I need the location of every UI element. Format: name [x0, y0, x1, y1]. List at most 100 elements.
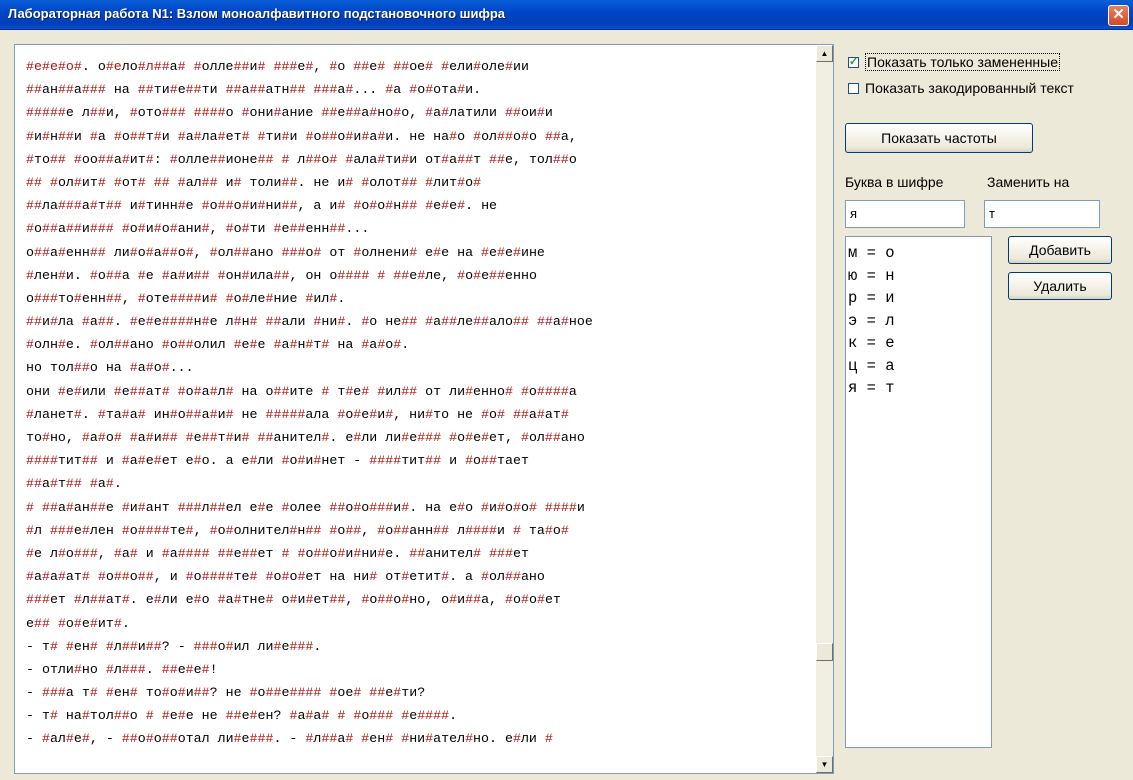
decoded-chars: нет - [321, 453, 370, 469]
unknown-chars: ## [105, 267, 122, 283]
substitutions-list[interactable]: м = ою = нр = иэ = лк = ец = ая = т [845, 236, 992, 748]
decoded-chars: л [201, 499, 210, 515]
unknown-chars: ## [209, 499, 226, 515]
unknown-chars: #л## [137, 59, 170, 74]
unknown-chars: # [201, 198, 210, 214]
decoded-chars: ет [49, 592, 74, 608]
unknown-chars: # [177, 59, 186, 74]
unknown-chars: ## [393, 522, 410, 538]
decoded-chars: о [209, 198, 218, 214]
unknown-chars: # [521, 592, 529, 608]
decoded-chars: е. [65, 337, 90, 353]
decoded-chars: и [489, 499, 498, 515]
decoded-chars: ен [369, 731, 386, 747]
unknown-chars: # [129, 314, 138, 330]
decoded-chars: о [233, 290, 242, 306]
decoded-chars: и [217, 174, 234, 190]
unknown-chars: # [26, 406, 34, 422]
unknown-chars: # [97, 569, 106, 585]
decoded-chars: о [528, 128, 545, 144]
unknown-chars: ## [33, 615, 50, 631]
decoded-chars: : [153, 151, 170, 167]
unknown-chars: # [441, 105, 450, 121]
unknown-chars: # [137, 290, 146, 306]
decoded-chars: , [361, 522, 378, 538]
decoded-chars: , [121, 290, 138, 306]
substitution-item[interactable]: м = о [848, 242, 895, 265]
decoded-chars: ет [313, 592, 330, 608]
unknown-chars: # [161, 360, 170, 376]
unknown-chars: # [409, 244, 418, 260]
unknown-chars: # [26, 128, 34, 144]
scroll-up-button[interactable]: ▲ [816, 45, 833, 62]
decoded-chars: е [417, 244, 434, 260]
substitution-item[interactable]: к = е [848, 332, 895, 355]
unknown-chars: # [49, 174, 58, 190]
decoded-chars: н [193, 314, 202, 330]
unknown-chars: # [177, 198, 186, 214]
unknown-chars: #### [369, 453, 402, 469]
decoded-chars: е л [209, 314, 234, 330]
decoded-chars: и [289, 128, 306, 144]
delete-button[interactable]: Удалить [1008, 272, 1112, 300]
substitution-item[interactable]: ц = а [848, 355, 895, 378]
unknown-chars: # [457, 198, 466, 214]
unknown-chars: # [161, 383, 170, 399]
show-frequencies-button[interactable]: Показать частоты [845, 123, 1033, 153]
unknown-chars: ## [201, 174, 218, 190]
decoded-chars: о [97, 267, 106, 283]
decoded-chars: о [169, 685, 178, 701]
decoded-chars: , [193, 522, 210, 538]
substitution-item[interactable]: ю = н [848, 265, 895, 288]
decoded-chars: е. [385, 545, 410, 561]
unknown-chars: #е#е#о# [26, 59, 82, 74]
substitution-item[interactable]: р = и [848, 287, 895, 310]
window-title: Лабораторная работа N1: Взлом моноалфави… [8, 6, 506, 21]
substitution-item[interactable]: я = т [848, 377, 895, 400]
decoded-chars: , он о [289, 267, 338, 283]
text-line: ##а#т## #а#. [26, 472, 808, 495]
close-button[interactable]: ✕ [1108, 5, 1129, 26]
substitution-item[interactable]: э = л [848, 310, 895, 333]
decoded-chars: а [552, 314, 561, 330]
decoded-chars: е л [33, 545, 58, 561]
decoded-chars [90, 569, 98, 584]
unknown-chars: # [105, 638, 114, 654]
show-replaced-checkbox[interactable]: ✓ Показать только замененные [848, 53, 1061, 71]
decoded-chars [122, 430, 130, 445]
decoded-chars: , ни [393, 406, 426, 422]
decoded-chars: . [113, 476, 122, 492]
unknown-chars: # [249, 314, 258, 330]
decoded-text-area[interactable]: #е#е#о#. о#ело#л##а# #олле##и# ###е#, #о… [14, 44, 834, 774]
scroll-thumb[interactable] [816, 643, 833, 661]
replace-with-input[interactable]: т [984, 200, 1100, 228]
unknown-chars: # [217, 128, 226, 144]
decoded-chars: , [345, 592, 362, 608]
decoded-chars: и [145, 221, 154, 237]
decoded-chars [146, 175, 154, 190]
decoded-chars [106, 175, 114, 190]
unknown-chars: # [113, 383, 122, 399]
unknown-chars: ## [257, 151, 274, 167]
decoded-chars: а [449, 151, 458, 167]
unknown-chars: # [201, 314, 210, 330]
decoded-chars: енно [473, 383, 505, 399]
unknown-chars: ## [105, 198, 122, 214]
scroll-down-button[interactable]: ▼ [816, 756, 833, 773]
vertical-scrollbar[interactable]: ▲ ▼ [816, 45, 833, 773]
unknown-chars: # [26, 151, 34, 167]
unknown-chars: # [441, 59, 450, 74]
decoded-chars: ти [153, 82, 170, 98]
unknown-chars: # [137, 221, 146, 237]
show-encoded-checkbox[interactable]: Показать закодированный текст [848, 80, 1074, 96]
add-button[interactable]: Добавить [1008, 236, 1112, 264]
decoded-chars: ол [97, 337, 114, 353]
decoded-chars: а [185, 128, 194, 144]
unknown-chars: #### [169, 290, 202, 306]
unknown-chars: ## [329, 221, 346, 237]
decoded-chars: о [26, 290, 34, 306]
unknown-chars: # [97, 174, 106, 190]
decoded-chars: и [73, 128, 90, 144]
decoded-chars: а т [65, 685, 90, 701]
cipher-letter-input[interactable]: я [845, 200, 965, 228]
